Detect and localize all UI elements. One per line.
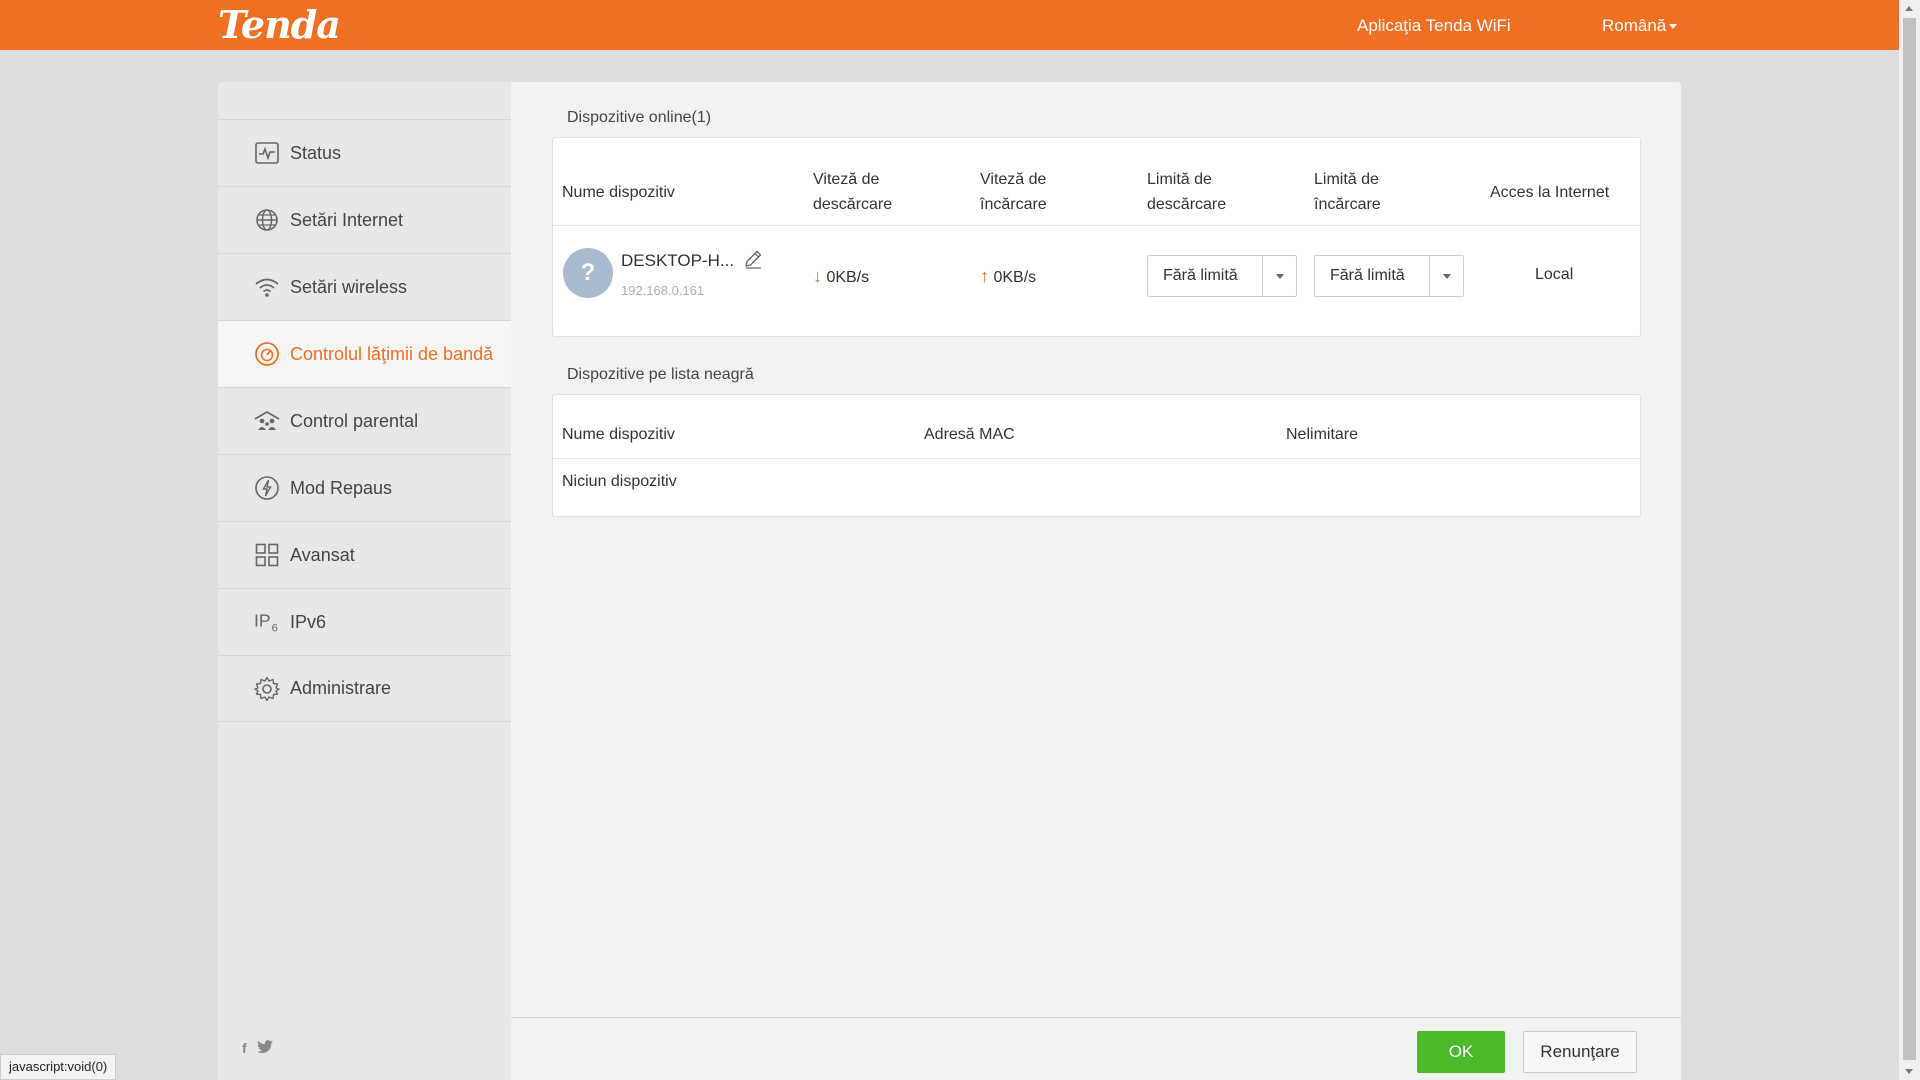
blacklist-title: Dispozitive pe lista neagră <box>567 366 754 383</box>
gear-icon <box>254 676 280 702</box>
col-upload-limit: Limită de încărcare <box>1314 171 1381 213</box>
device-ip: 192.168.0.161 <box>621 283 705 298</box>
main-content: Dispozitive online(1) Nume dispozitiv Vi… <box>511 82 1681 1080</box>
cancel-button[interactable]: Renunţare <box>1523 1031 1637 1073</box>
grid-icon <box>254 542 280 568</box>
sidebar-item-label: Avansat <box>290 544 355 565</box>
facebook-icon[interactable]: f <box>242 1040 247 1057</box>
download-limit-select[interactable]: Fără limită <box>1147 255 1297 297</box>
device-name: DESKTOP-H... <box>621 251 735 270</box>
download-speed-value: 0KB/s <box>826 269 870 286</box>
sidebar-item-label: Setări Internet <box>290 209 404 230</box>
svg-text:6: 6 <box>272 622 278 634</box>
sidebar-nav: Status Setări Internet Setări wireless C… <box>218 119 511 722</box>
sidebar-item-label: Mod Repaus <box>290 477 393 498</box>
upload-speed-value: 0KB/s <box>993 269 1037 286</box>
page-scrollbar[interactable] <box>1899 0 1920 1080</box>
upload-speed: ↑ 0KB/s <box>980 266 1036 287</box>
sidebar-item-label: IPv6 <box>290 611 327 632</box>
scroll-down-arrow-icon[interactable] <box>1905 1069 1913 1074</box>
scroll-thumb[interactable] <box>1903 18 1916 1060</box>
col-unlimit: Nelimitare <box>1286 426 1359 443</box>
family-icon <box>254 408 280 434</box>
col-internet-access: Acces la Internet <box>1490 184 1610 201</box>
col-device-name: Nume dispozitiv <box>562 426 675 443</box>
arrow-up-icon: ↑ <box>980 266 989 286</box>
sidebar-item-parental-control[interactable]: Control parental <box>218 387 511 454</box>
twitter-icon[interactable] <box>256 1040 273 1057</box>
ok-button[interactable]: OK <box>1417 1031 1505 1073</box>
top-bar: Tenda Aplicaţia Tenda WiFi Română <box>0 0 1899 50</box>
download-limit-value: Fără limită <box>1163 267 1238 284</box>
sidebar-item-wireless[interactable]: Setări wireless <box>218 253 511 320</box>
table-header: Nume dispozitiv Adresă MAC Nelimitare <box>553 395 1640 459</box>
sidebar-item-label: Setări wireless <box>290 276 408 297</box>
sidebar-item-label: Administrare <box>290 678 392 698</box>
chevron-down-icon[interactable] <box>1429 256 1463 296</box>
blacklist-table: Nume dispozitiv Adresă MAC Nelimitare Ni… <box>552 394 1641 517</box>
online-devices-title: Dispozitive online(1) <box>567 109 712 126</box>
ipv6-icon: IP 6 <box>254 609 280 635</box>
language-selector[interactable]: Română <box>1602 16 1678 36</box>
device-avatar-unknown-icon: ? <box>563 248 613 298</box>
table-row: ? DESKTOP-H... 192.168.0.161 ↓ 0KB/s ↑ 0… <box>553 226 1640 336</box>
footer-divider <box>511 1017 1681 1018</box>
arrow-down-icon: ↓ <box>813 266 822 286</box>
sidebar-item-status[interactable]: Status <box>218 119 511 186</box>
sidebar-item-sleep-mode[interactable]: Mod Repaus <box>218 454 511 521</box>
sidebar-item-label: Control parental <box>290 410 419 431</box>
sidebar-item-ipv6[interactable]: IP 6 IPv6 <box>218 588 511 655</box>
edit-pencil-icon[interactable] <box>743 249 763 274</box>
col-upload-speed: Viteză de încărcare <box>980 171 1047 213</box>
sidebar-item-label: Status <box>290 142 342 163</box>
svg-text:IP: IP <box>254 611 271 631</box>
scroll-up-arrow-icon[interactable] <box>1905 6 1913 11</box>
col-download-speed: Viteză de descărcare <box>813 171 893 213</box>
col-download-limit: Limită de descărcare <box>1147 171 1227 213</box>
power-icon <box>254 475 280 501</box>
globe-icon <box>254 207 280 233</box>
sidebar: Status Setări Internet Setări wireless C… <box>218 82 511 1080</box>
download-speed: ↓ 0KB/s <box>813 266 869 287</box>
online-devices-table: Nume dispozitiv Viteză de descărcare Vit… <box>552 137 1641 337</box>
col-mac-address: Adresă MAC <box>924 426 1015 443</box>
sidebar-item-internet[interactable]: Setări Internet <box>218 186 511 253</box>
sidebar-item-administration[interactable]: Administrare <box>218 655 511 722</box>
upload-limit-select[interactable]: Fără limită <box>1314 255 1464 297</box>
chevron-down-icon[interactable] <box>1262 256 1296 296</box>
sidebar-item-label: Controlul lăţimii de bandă <box>290 343 494 364</box>
browser-status-bar: javascript:void(0) <box>0 1054 117 1080</box>
speedometer-icon <box>254 341 280 367</box>
tenda-logo[interactable]: Tenda <box>218 2 341 47</box>
table-header: Nume dispozitiv Viteză de descărcare Vit… <box>553 138 1640 226</box>
language-label: Română <box>1602 16 1667 35</box>
upload-limit-value: Fără limită <box>1330 267 1405 284</box>
caret-down-icon <box>1669 24 1678 30</box>
tenda-wifi-app-link[interactable]: Aplicaţia Tenda WiFi <box>1357 16 1511 36</box>
blacklist-empty-text: Niciun dispozitiv <box>562 473 677 490</box>
internet-access-value: Local <box>1535 266 1574 283</box>
pulse-icon <box>254 140 280 166</box>
sidebar-item-advanced[interactable]: Avansat <box>218 521 511 588</box>
wifi-icon <box>254 274 280 300</box>
col-device-name: Nume dispozitiv <box>562 184 675 201</box>
social-links: f <box>242 1040 273 1057</box>
sidebar-item-bandwidth-control[interactable]: Controlul lăţimii de bandă <box>218 320 511 387</box>
